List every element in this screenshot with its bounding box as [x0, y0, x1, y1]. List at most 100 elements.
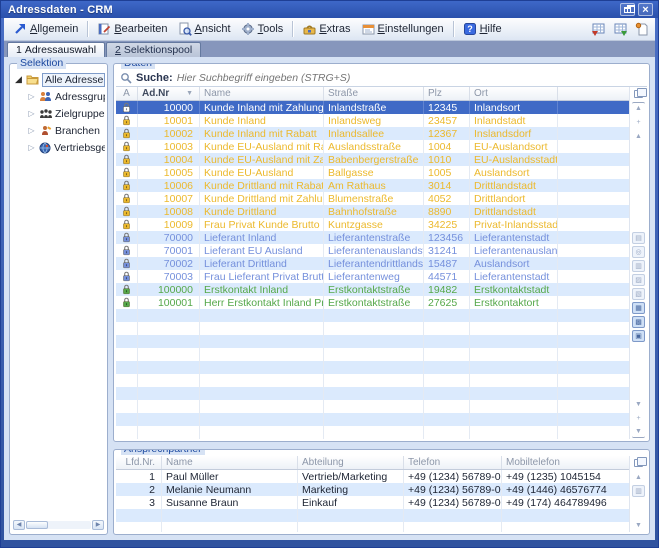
empty-row	[116, 374, 629, 387]
copy-grid-icon[interactable]	[632, 457, 645, 469]
empty-row	[116, 335, 629, 348]
scroll-up-icon[interactable]: ▲	[632, 130, 645, 142]
restore-icon	[624, 7, 631, 13]
contact-row[interactable]: 2 Melanie Neumann Marketing +49 (1234) 5…	[116, 483, 629, 496]
zoom-tool-icon[interactable]: ◎	[632, 246, 645, 258]
layout-icon-1[interactable]: ▥	[632, 260, 645, 272]
tree-item-vertriebsgebiete[interactable]: ▷ Vertriebsgebiete	[14, 139, 105, 156]
tree-item-alle-adressen[interactable]: ◢ Alle Adressen	[14, 71, 105, 88]
layout-icon-3[interactable]: ▧	[632, 288, 645, 300]
address-row[interactable]: 70001 Lieferant EU Ausland Lieferantenau…	[116, 244, 629, 257]
window-title: Adressdaten - CRM	[8, 4, 620, 16]
grid-mode-icon-3[interactable]: ▣	[632, 330, 645, 342]
address-row[interactable]: 10000 Kunde Inland mit Zahlungskondition…	[116, 101, 629, 114]
grid-mode-icon-2[interactable]: ▩	[632, 316, 645, 328]
column-header-plz[interactable]: Plz	[424, 87, 470, 100]
scrollbar-thumb[interactable]	[26, 521, 48, 529]
address-row[interactable]: 10004 Kunde EU-Ausland mit Zahlungskondt…	[116, 153, 629, 166]
tab-adressauswahl[interactable]: 1Adressauswahl	[7, 42, 105, 57]
collapsed-arrow-icon[interactable]: ▷	[27, 92, 36, 101]
address-row[interactable]: 10003 Kunde EU-Ausland mit Rabatt Auslan…	[116, 140, 629, 153]
empty-row	[116, 387, 629, 400]
column-header-adnr[interactable]: Ad.Nr▼	[138, 87, 200, 100]
new-document-icon[interactable]	[635, 22, 649, 37]
copy-grid-icon[interactable]	[632, 88, 645, 100]
address-row[interactable]: 70000 Lieferant Inland Lieferantenstraße…	[116, 231, 629, 244]
contacts-table-header: Lfd.Nr. Name Abteilung Telefon Mobiltele…	[116, 456, 629, 470]
column-header-mobiltelefon[interactable]: Mobiltelefon	[502, 456, 629, 469]
tree-item-branchen[interactable]: ▷ Branchen	[14, 122, 105, 139]
contact-row[interactable]: 3 Susanne Braun Einkauf +49 (1234) 56789…	[116, 496, 629, 509]
lock-icon	[122, 102, 131, 113]
scroll-page-icon[interactable]: +	[632, 116, 645, 128]
layout-icon-2[interactable]: ▨	[632, 274, 645, 286]
address-row[interactable]: 10009 Frau Privat Kunde Brutto Kuntzgass…	[116, 218, 629, 231]
address-row[interactable]: 10008 Kunde Drittland Bahnhofstraße 8890…	[116, 205, 629, 218]
restore-button[interactable]	[620, 3, 635, 16]
address-row[interactable]: 10006 Kunde Drittland mit Rabatt Am Rath…	[116, 179, 629, 192]
card-view-icon[interactable]: ▥	[632, 485, 645, 497]
expanded-arrow-icon[interactable]: ◢	[14, 74, 23, 85]
column-header-abteilung[interactable]: Abteilung	[298, 456, 404, 469]
folder-icon	[26, 74, 39, 85]
card-view-icon[interactable]: ▤	[632, 232, 645, 244]
menu-ansicht[interactable]: Ansicht	[173, 20, 236, 38]
collapsed-arrow-icon[interactable]: ▷	[27, 109, 36, 118]
search-input[interactable]	[177, 72, 643, 84]
lock-icon	[122, 284, 131, 295]
empty-row	[116, 413, 629, 426]
menu-einstellungen[interactable]: Einstellungen	[356, 20, 449, 38]
tree-item-adressgruppen[interactable]: ▷ Adressgruppen	[14, 88, 105, 105]
scroll-up-icon[interactable]: ▲	[632, 471, 645, 483]
menu-hilfe[interactable]: ? Hilfe	[458, 20, 507, 38]
menu-extras[interactable]: Extras	[297, 20, 355, 38]
lock-icon	[122, 154, 131, 165]
ansprechpartner-panel: Ansprechpartner Lfd.Nr. Name Abteilung T…	[113, 449, 650, 535]
column-header-name[interactable]: Name	[200, 87, 324, 100]
grid-mode-icon-1[interactable]: ▦	[632, 302, 645, 314]
address-row[interactable]: 10007 Kunde Drittland mit Zahlungskondit…	[116, 192, 629, 205]
column-header-ort[interactable]: Ort	[470, 87, 558, 100]
close-button[interactable]: ×	[638, 3, 653, 16]
scroll-down-icon[interactable]: ▼	[632, 398, 645, 410]
column-header-a[interactable]: A	[116, 87, 138, 100]
tree-item-zielgruppen[interactable]: ▷ Zielgruppen	[14, 105, 105, 122]
column-header-strasse[interactable]: Straße	[324, 87, 424, 100]
tab-selektionspool[interactable]: 2Selektionspool	[106, 42, 201, 57]
gear-icon	[241, 22, 255, 36]
scroll-left-icon[interactable]: ◀	[13, 520, 25, 530]
address-row[interactable]: 100000 Erstkontakt Inland Erstkontaktstr…	[116, 283, 629, 296]
column-header-telefon[interactable]: Telefon	[404, 456, 502, 469]
menu-allgemein[interactable]: Allgemein	[8, 20, 83, 38]
collapsed-arrow-icon[interactable]: ▷	[27, 143, 36, 152]
menu-tools[interactable]: Tools	[236, 20, 289, 38]
address-row[interactable]: 10001 Kunde Inland Inlandsweg 23457 Inla…	[116, 114, 629, 127]
empty-row	[116, 348, 629, 361]
address-row[interactable]: 100001 Herr Erstkontakt Inland Privat Er…	[116, 296, 629, 309]
collapsed-arrow-icon[interactable]: ▷	[27, 126, 36, 135]
address-row[interactable]: 70003 Frau Lieferant Privat Brutto Liefe…	[116, 270, 629, 283]
svg-text:?: ?	[467, 24, 473, 34]
scroll-to-top-icon[interactable]: ▲	[632, 102, 645, 114]
address-row[interactable]: 10005 Kunde EU-Ausland Ballgasse 1005 Au…	[116, 166, 629, 179]
address-row[interactable]: 10002 Kunde Inland mit Rabatt Inlandsall…	[116, 127, 629, 140]
export-grid-icon[interactable]	[591, 22, 607, 37]
menu-bearbeiten[interactable]: Bearbeiten	[92, 20, 172, 38]
lock-icon	[122, 141, 131, 152]
scroll-right-icon[interactable]: ▶	[92, 520, 104, 530]
scroll-to-bottom-icon[interactable]: ▼	[632, 426, 645, 438]
lock-icon	[122, 128, 131, 139]
toolbar-separator	[453, 21, 454, 37]
grid-side-toolbar: ▲ + ▲ ▤ ◎ ▥ ▨ ▧ ▦ ▩ ▣	[630, 87, 647, 439]
selection-tree: ◢ Alle Adressen ▷ Adressgruppen ▷ Zielgr…	[10, 64, 107, 517]
scroll-page-down-icon[interactable]: +	[632, 412, 645, 424]
tree-horizontal-scrollbar[interactable]: ◀ ▶	[13, 519, 104, 531]
scroll-down-icon[interactable]: ▼	[632, 519, 645, 531]
daten-panel-label: Daten	[121, 63, 155, 69]
lock-icon	[122, 232, 131, 243]
column-header-lfdnr[interactable]: Lfd.Nr.	[116, 456, 162, 469]
column-header-name[interactable]: Name	[162, 456, 298, 469]
import-grid-icon[interactable]	[613, 22, 629, 37]
address-row[interactable]: 70002 Lieferant Drittland Lieferantendri…	[116, 257, 629, 270]
contact-row[interactable]: 1 Paul Müller Vertrieb/Marketing +49 (12…	[116, 470, 629, 483]
